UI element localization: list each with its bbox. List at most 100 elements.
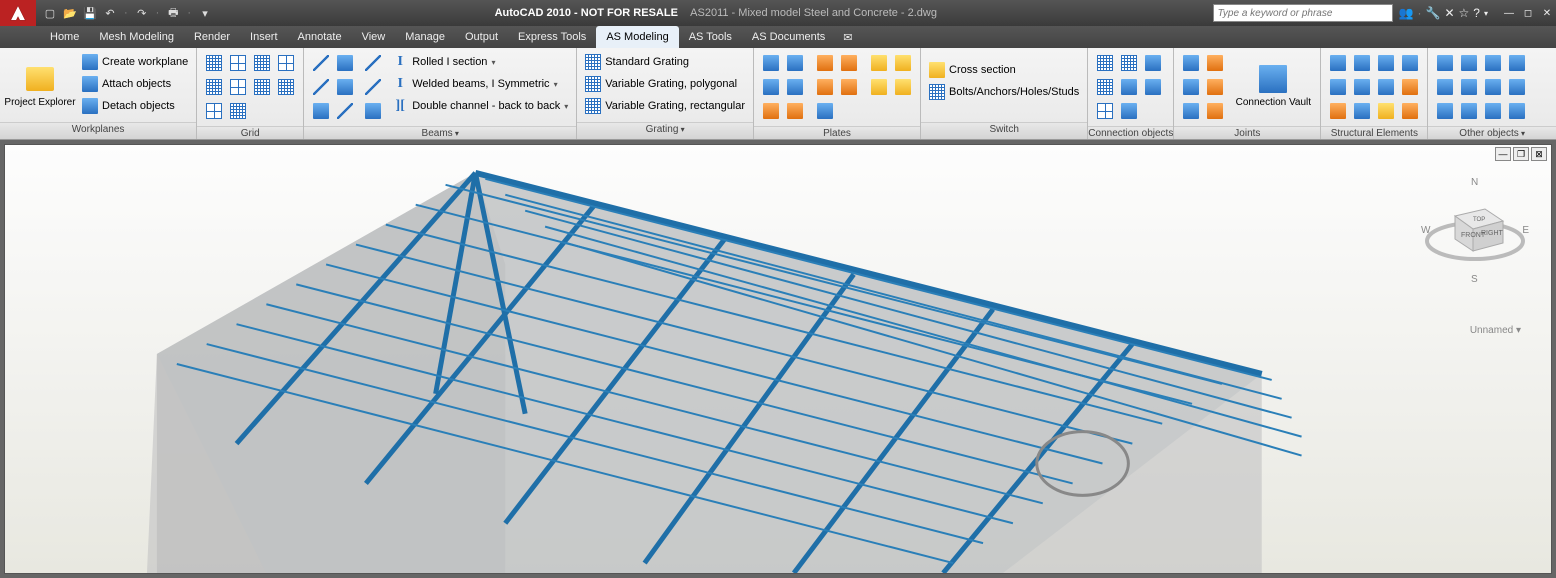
save-icon[interactable]: 💾 — [82, 5, 98, 21]
se-btn-2[interactable] — [1351, 52, 1373, 74]
viewcube-w[interactable]: W — [1421, 225, 1430, 236]
oo-btn-2[interactable] — [1458, 52, 1480, 74]
beam-icon-6[interactable] — [334, 100, 356, 122]
se-btn-5[interactable] — [1327, 76, 1349, 98]
tab-as-tools[interactable]: AS Tools — [679, 26, 742, 48]
visual-style-label[interactable]: Unnamed ▾ — [1470, 325, 1521, 336]
conn-btn-4[interactable] — [1094, 76, 1116, 98]
beam-icon-9[interactable] — [362, 100, 384, 122]
oo-btn-7[interactable] — [1482, 76, 1504, 98]
joint-btn-2[interactable] — [1204, 52, 1226, 74]
help-icon[interactable]: ? — [1473, 6, 1480, 20]
oo-btn-5[interactable] — [1434, 76, 1456, 98]
plate-btn-7[interactable] — [760, 76, 782, 98]
minimize-button[interactable]: — — [1500, 5, 1518, 21]
open-icon[interactable]: 📂 — [62, 5, 78, 21]
oo-btn-8[interactable] — [1506, 76, 1528, 98]
viewcube-s[interactable]: S — [1471, 274, 1478, 285]
plate-btn-15[interactable] — [814, 100, 836, 122]
beam-icon-3[interactable] — [310, 76, 332, 98]
tab-express-tools[interactable]: Express Tools — [508, 26, 596, 48]
double-channel-button[interactable]: ][Double channel - back to back — [390, 96, 570, 116]
plate-btn-8[interactable] — [784, 76, 806, 98]
search-input[interactable] — [1213, 4, 1393, 22]
qat-dropdown-icon[interactable]: ▾ — [197, 5, 213, 21]
plate-btn-4[interactable] — [838, 52, 860, 74]
beam-icon-7[interactable] — [362, 52, 384, 74]
conn-btn-3[interactable] — [1142, 52, 1164, 74]
plate-btn-10[interactable] — [838, 76, 860, 98]
tab-render[interactable]: Render — [184, 26, 240, 48]
tab-output[interactable]: Output — [455, 26, 508, 48]
oo-btn-4[interactable] — [1506, 52, 1528, 74]
joint-btn-6[interactable] — [1204, 100, 1226, 122]
project-explorer-button[interactable]: Project Explorer — [4, 50, 76, 120]
tab-annotate[interactable]: Annotate — [288, 26, 352, 48]
plate-btn-6[interactable] — [892, 52, 914, 74]
plate-btn-11[interactable] — [868, 76, 890, 98]
oo-btn-3[interactable] — [1482, 52, 1504, 74]
mail-icon[interactable]: ✉ — [835, 26, 860, 48]
grid-btn-6[interactable] — [227, 76, 249, 98]
application-menu-button[interactable] — [0, 0, 36, 26]
panel-title-other[interactable]: Other objects — [1428, 126, 1556, 139]
oo-btn-12[interactable] — [1506, 100, 1528, 122]
se-btn-10[interactable] — [1351, 100, 1373, 122]
beam-icon-1[interactable] — [310, 52, 332, 74]
joint-btn-4[interactable] — [1204, 76, 1226, 98]
se-btn-6[interactable] — [1351, 76, 1373, 98]
connection-vault-button[interactable]: Connection Vault — [1230, 50, 1316, 120]
print-icon[interactable]: 🖶 — [165, 5, 181, 21]
conn-btn-2[interactable] — [1118, 52, 1140, 74]
se-btn-8[interactable] — [1399, 76, 1421, 98]
variable-grating-rectangular-button[interactable]: Variable Grating, rectangular — [583, 96, 747, 116]
se-btn-1[interactable] — [1327, 52, 1349, 74]
binoculars-icon[interactable]: 👥 — [1399, 6, 1414, 20]
oo-btn-10[interactable] — [1458, 100, 1480, 122]
viewcube-n[interactable]: N — [1471, 177, 1478, 188]
se-btn-9[interactable] — [1327, 100, 1349, 122]
drawing-viewport[interactable]: — ❐ ⊠ — [4, 144, 1552, 574]
oo-btn-6[interactable] — [1458, 76, 1480, 98]
se-btn-3[interactable] — [1375, 52, 1397, 74]
grid-btn-3[interactable] — [251, 52, 273, 74]
beam-icon-2[interactable] — [334, 52, 356, 74]
grid-btn-8[interactable] — [275, 76, 297, 98]
redo-icon[interactable]: ↷ — [134, 5, 150, 21]
tab-home[interactable]: Home — [40, 26, 89, 48]
grid-btn-5[interactable] — [203, 76, 225, 98]
plate-btn-14[interactable] — [784, 100, 806, 122]
viewcube[interactable]: FRONT RIGHT TOP N S E W — [1425, 181, 1525, 281]
welded-beams-button[interactable]: IWelded beams, I Symmetric — [390, 74, 570, 94]
help-dropdown-icon[interactable]: ▾ — [1484, 9, 1488, 18]
panel-title-beams[interactable]: Beams — [304, 126, 576, 139]
new-icon[interactable]: ▢ — [42, 5, 58, 21]
beam-icon-5[interactable] — [310, 100, 332, 122]
tab-mesh-modeling[interactable]: Mesh Modeling — [89, 26, 184, 48]
tab-manage[interactable]: Manage — [395, 26, 455, 48]
attach-objects-button[interactable]: Attach objects — [80, 74, 190, 94]
se-btn-4[interactable] — [1399, 52, 1421, 74]
se-btn-12[interactable] — [1399, 100, 1421, 122]
joint-btn-5[interactable] — [1180, 100, 1202, 122]
oo-btn-9[interactable] — [1434, 100, 1456, 122]
conn-btn-8[interactable] — [1118, 100, 1140, 122]
subscription-icon[interactable]: 🔧 — [1426, 6, 1441, 20]
conn-btn-7[interactable] — [1094, 100, 1116, 122]
bolts-anchors-button[interactable]: Bolts/Anchors/Holes/Studs — [927, 82, 1081, 102]
tab-as-modeling[interactable]: AS Modeling — [596, 26, 678, 48]
se-btn-7[interactable] — [1375, 76, 1397, 98]
undo-icon[interactable]: ↶ — [102, 5, 118, 21]
conn-btn-1[interactable] — [1094, 52, 1116, 74]
oo-btn-1[interactable] — [1434, 52, 1456, 74]
joint-btn-3[interactable] — [1180, 76, 1202, 98]
viewcube-e[interactable]: E — [1522, 225, 1529, 236]
conn-btn-5[interactable] — [1118, 76, 1140, 98]
standard-grating-button[interactable]: Standard Grating — [583, 52, 747, 72]
panel-title-grating[interactable]: Grating — [577, 122, 753, 139]
joint-btn-1[interactable] — [1180, 52, 1202, 74]
beam-icon-4[interactable] — [334, 76, 356, 98]
plate-btn-9[interactable] — [814, 76, 836, 98]
oo-btn-11[interactable] — [1482, 100, 1504, 122]
plate-btn-12[interactable] — [892, 76, 914, 98]
